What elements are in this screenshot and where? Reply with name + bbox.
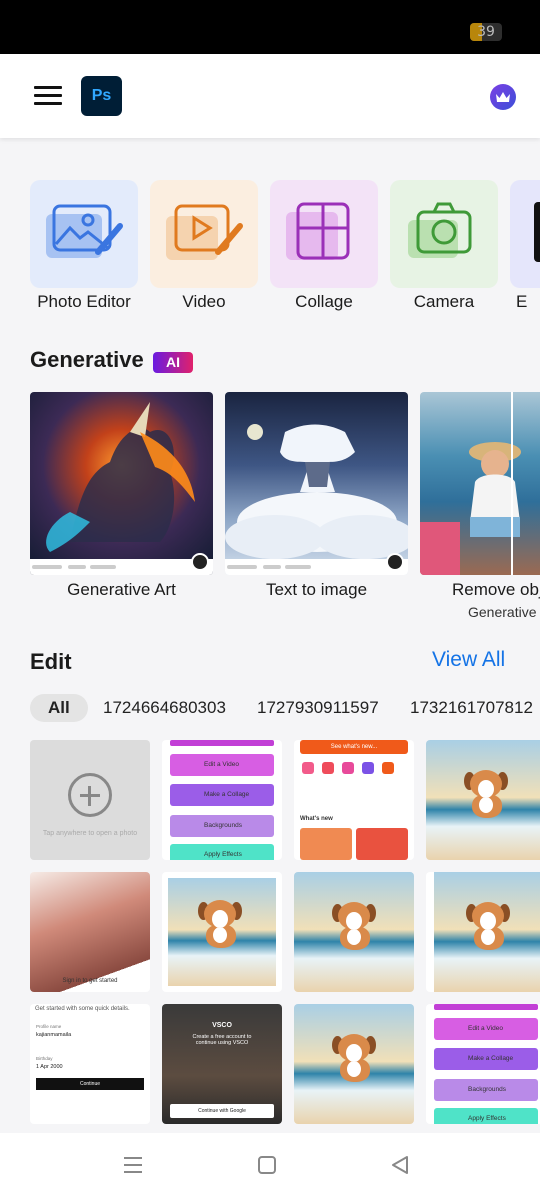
puppy-illustration: [330, 1034, 378, 1084]
profile-name-label: Profile name: [36, 1024, 62, 1029]
add-icon: [68, 773, 112, 817]
back-icon[interactable]: [390, 1155, 410, 1180]
tool-photo-editor[interactable]: Photo Editor: [30, 180, 138, 311]
generative-card[interactable]: Remove obj Generative: [420, 392, 540, 620]
generative-card-sublabel: Generative: [468, 604, 537, 620]
video-edit-icon: [150, 180, 258, 288]
photoshop-logo: Ps: [81, 76, 122, 116]
quick-details-title: Get started with some quick details.: [35, 1006, 130, 1012]
tool-label: E: [516, 292, 528, 311]
tool-collage[interactable]: Collage: [270, 180, 378, 311]
recent-file-thumbnail[interactable]: VSCO Create a free account to continue u…: [162, 1004, 282, 1124]
puppy-illustration: [330, 902, 378, 952]
battery-icon: 39: [470, 23, 502, 41]
recent-file-thumbnail[interactable]: [294, 872, 414, 992]
tools-row: Photo Editor Video Collage Camera E: [30, 180, 540, 320]
whats-new-banner: See what's new...: [300, 740, 408, 754]
photo-edit-icon: [30, 180, 138, 288]
home-icon[interactable]: [257, 1155, 277, 1180]
filter-chip[interactable]: 1732161707812: [410, 694, 533, 722]
whats-new-title: What's new: [300, 816, 333, 822]
birthday-value: 1 Apr 2000: [36, 1064, 63, 1070]
generative-card[interactable]: Generative Art: [30, 392, 213, 599]
recent-file-thumbnail[interactable]: [162, 872, 282, 992]
recent-file-thumbnail[interactable]: Sign in to get started: [30, 872, 150, 992]
vsco-tagline: Create a free account to continue using …: [192, 1034, 252, 1046]
text-to-image-image: [225, 392, 408, 575]
list-item: Apply Effects: [434, 1108, 538, 1124]
tool-label: Camera: [413, 292, 475, 311]
list-item: Backgrounds: [434, 1079, 538, 1101]
list-item: Make a Collage: [170, 784, 274, 806]
collage-icon: [270, 180, 378, 288]
app-bar: Ps: [0, 54, 540, 138]
vsco-brand: VSCO: [212, 1022, 232, 1029]
list-item: Make a Collage: [434, 1048, 538, 1070]
list-item: Edit a Video: [170, 754, 274, 776]
section-title-generative: Generative: [30, 347, 144, 372]
open-photo-hint: Tap anywhere to open a photo: [42, 830, 138, 837]
recent-apps-icon[interactable]: [122, 1155, 144, 1180]
tool-edit[interactable]: E: [510, 180, 540, 311]
system-nav-bar: [0, 1133, 540, 1200]
generative-card-label: Remove obj: [452, 580, 540, 599]
tool-camera[interactable]: Camera: [390, 180, 498, 311]
profile-name-value: kajianmamaila: [36, 1032, 72, 1038]
recent-file-thumbnail[interactable]: See what's new... What's new: [294, 740, 414, 860]
generative-card[interactable]: Text to image: [225, 392, 408, 599]
crown-icon[interactable]: [490, 84, 516, 110]
generative-cards: Generative Art Text to image Remove obj …: [30, 392, 540, 632]
recent-file-thumbnail[interactable]: Edit a Video Make a Collage Backgrounds …: [426, 1004, 540, 1124]
recent-file-thumbnail[interactable]: [426, 872, 540, 992]
puppy-illustration: [464, 902, 512, 952]
tool-label: Photo Editor: [37, 292, 131, 311]
filter-chip-all[interactable]: All: [30, 694, 88, 722]
filter-chips: All 1724664680303 1727930911597 17321617…: [30, 694, 540, 724]
list-item: Edit a Video: [434, 1018, 538, 1040]
camera-icon: [390, 180, 498, 288]
image-caption-bar: [225, 559, 408, 575]
ai-badge: AI: [153, 352, 193, 373]
recent-files-grid: Tap anywhere to open a photo Edit a Vide…: [30, 740, 540, 1132]
recent-file-thumbnail[interactable]: [294, 1004, 414, 1124]
remove-object-image: [420, 392, 540, 575]
recent-file-thumbnail[interactable]: Get started with some quick details. Pro…: [30, 1004, 150, 1124]
generative-card-label: Text to image: [265, 580, 368, 599]
tool-label: Collage: [295, 292, 353, 311]
birthday-label: Birthday: [36, 1056, 53, 1061]
puppy-illustration: [462, 770, 510, 820]
section-title-edit: Edit: [30, 649, 72, 674]
generative-art-image: [30, 392, 213, 575]
open-photo-tile[interactable]: Tap anywhere to open a photo: [30, 740, 150, 860]
hamburger-menu-icon[interactable]: [34, 86, 62, 106]
generative-card-label: Generative Art: [67, 580, 176, 599]
recent-file-thumbnail[interactable]: Edit a Video Make a Collage Backgrounds …: [162, 740, 282, 860]
puppy-illustration: [196, 900, 244, 950]
continue-button-preview: Continue: [36, 1078, 144, 1090]
continue-google-preview: Continue with Google: [170, 1104, 274, 1118]
tool-label: Video: [182, 292, 226, 311]
image-caption-bar: [30, 559, 213, 575]
status-bar: 39: [0, 0, 540, 54]
share-icon: [191, 553, 209, 571]
list-item: Apply Effects: [170, 844, 274, 860]
filter-chip[interactable]: 1724664680303: [103, 694, 226, 722]
view-all-link[interactable]: View All: [432, 648, 505, 672]
edit-icon: [510, 180, 540, 288]
list-item: Backgrounds: [170, 815, 274, 837]
tool-video[interactable]: Video: [150, 180, 258, 311]
recent-file-thumbnail[interactable]: [426, 740, 540, 860]
share-icon: [386, 553, 404, 571]
signin-text: Sign in to get started: [62, 978, 118, 984]
filter-chip[interactable]: 1727930911597: [257, 694, 379, 722]
battery-level: 39: [477, 24, 495, 40]
